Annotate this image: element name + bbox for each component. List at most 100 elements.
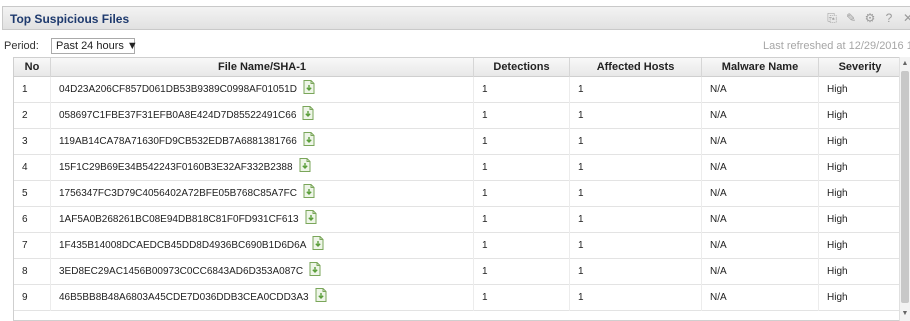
detections-count: 1 (474, 259, 570, 285)
file-details-icon[interactable] (315, 288, 327, 302)
sha1-text: 1F435B14008DCAEDCB45DD8D4936BC690B1D6D6A (59, 240, 307, 251)
table-scrollbar[interactable]: ▲ ▼ (899, 57, 910, 321)
row-number: 3 (14, 129, 51, 155)
sha1-text: 04D23A206CF857D061DB53B9389C0998AF01051D (59, 84, 297, 95)
file-sha1: 119AB14CA78A71630FD9CB532EDB7A6881381766 (51, 129, 474, 155)
malware-name: N/A (702, 77, 819, 103)
table-row[interactable]: 4 15F1C29B69E34B542243F0160B3E32AF332B238… (14, 155, 901, 181)
table-row[interactable]: 7 1F435B14008DCAEDCB45DD8D4936BC690B1D6D6… (14, 233, 901, 259)
export-icon[interactable]: ⎘ (826, 11, 838, 26)
row-number: 5 (14, 181, 51, 207)
file-details-icon[interactable] (309, 262, 321, 276)
malware-name: N/A (702, 103, 819, 129)
sha1-text: 119AB14CA78A71630FD9CB532EDB7A6881381766 (59, 136, 297, 147)
severity: High (819, 259, 901, 285)
file-details-icon[interactable] (303, 184, 315, 198)
affected-hosts-count: 1 (570, 77, 702, 103)
sha1-text: 15F1C29B69E34B542243F0160B3E32AF332B2388 (59, 162, 293, 173)
affected-hosts-count: 1 (570, 207, 702, 233)
row-number: 6 (14, 207, 51, 233)
column-header-severity[interactable]: Severity (819, 58, 901, 77)
column-header-file-name[interactable]: File Name/SHA-1 (51, 58, 474, 77)
table-header: No File Name/SHA-1 Detections Affected H… (14, 58, 901, 77)
settings-icon[interactable]: ⚙ (864, 11, 876, 26)
column-header-affected-hosts[interactable]: Affected Hosts (570, 58, 702, 77)
malware-name: N/A (702, 285, 819, 311)
row-number: 4 (14, 155, 51, 181)
affected-hosts-count: 1 (570, 285, 702, 311)
file-details-icon[interactable] (312, 236, 324, 250)
affected-hosts-count: 1 (570, 155, 702, 181)
row-number: 9 (14, 285, 51, 311)
severity: High (819, 103, 901, 129)
table-row[interactable]: 3 119AB14CA78A71630FD9CB532EDB7A688138176… (14, 129, 901, 155)
malware-name: N/A (702, 207, 819, 233)
scroll-up-arrow-icon[interactable]: ▲ (900, 59, 910, 69)
sha1-text: 3ED8EC29AC1456B00973C0CC6843AD6D353A087C (59, 266, 304, 277)
severity: High (819, 181, 901, 207)
help-icon[interactable]: ? (883, 11, 895, 26)
file-sha1: 15F1C29B69E34B542243F0160B3E32AF332B2388 (51, 155, 474, 181)
severity: High (819, 77, 901, 103)
widget-titlebar: Top Suspicious Files ⎘ ✎ ⚙ ? ✕ (2, 6, 910, 30)
top-suspicious-files-widget: Top Suspicious Files ⎘ ✎ ⚙ ? ✕ Period: P… (0, 0, 910, 321)
widget-tools: ⎘ ✎ ⚙ ? ✕ (826, 11, 910, 26)
detections-count: 1 (474, 207, 570, 233)
file-details-icon[interactable] (303, 80, 315, 94)
table-row[interactable]: 8 3ED8EC29AC1456B00973C0CC6843AD6D353A087… (14, 259, 901, 285)
affected-hosts-count: 1 (570, 103, 702, 129)
detections-count: 1 (474, 233, 570, 259)
file-sha1: 1F435B14008DCAEDCB45DD8D4936BC690B1D6D6A (51, 233, 474, 259)
file-sha1: 1756347FC3D79C4056402A72BFE05B768C85A7FC (51, 181, 474, 207)
column-header-no[interactable]: No (14, 58, 51, 77)
detections-count: 1 (474, 129, 570, 155)
file-sha1: 1AF5A0B268261BC08E94DB818C81F0FD931CF613 (51, 207, 474, 233)
file-details-icon[interactable] (299, 158, 311, 172)
column-header-malware-name[interactable]: Malware Name (702, 58, 819, 77)
detections-count: 1 (474, 103, 570, 129)
file-sha1: 058697C1FBE37F31EFB0A8E424D7D85522491C66 (51, 103, 474, 129)
widget-toolbar: Period: Past 24 hours ▼ Last refreshed a… (0, 34, 910, 56)
sha1-text: 1AF5A0B268261BC08E94DB818C81F0FD931CF613 (59, 214, 299, 225)
file-sha1: 04D23A206CF857D061DB53B9389C0998AF01051D (51, 77, 474, 103)
malware-name: N/A (702, 233, 819, 259)
period-dropdown[interactable]: Past 24 hours ▼ (51, 38, 138, 54)
detections-count: 1 (474, 155, 570, 181)
affected-hosts-count: 1 (570, 259, 702, 285)
last-refreshed-text: Last refreshed at 12/29/2016 13:46 (763, 40, 910, 52)
affected-hosts-count: 1 (570, 233, 702, 259)
suspicious-files-table: No File Name/SHA-1 Detections Affected H… (13, 57, 901, 321)
table-row[interactable]: 9 46B5BB8B48A6803A45CDE7D036DDB3CEA0CDD3A… (14, 285, 901, 311)
period-label: Period: (4, 40, 39, 52)
sha1-text: 1756347FC3D79C4056402A72BFE05B768C85A7FC (59, 188, 297, 199)
file-details-icon[interactable] (303, 132, 315, 146)
file-details-icon[interactable] (305, 210, 317, 224)
scrollbar-thumb[interactable] (901, 71, 909, 303)
detections-count: 1 (474, 285, 570, 311)
malware-name: N/A (702, 259, 819, 285)
column-header-detections[interactable]: Detections (474, 58, 570, 77)
sha1-text: 058697C1FBE37F31EFB0A8E424D7D85522491C66 (59, 110, 297, 121)
malware-name: N/A (702, 155, 819, 181)
edit-icon[interactable]: ✎ (845, 11, 857, 26)
row-number: 8 (14, 259, 51, 285)
severity: High (819, 233, 901, 259)
table-row[interactable]: 5 1756347FC3D79C4056402A72BFE05B768C85A7F… (14, 181, 901, 207)
affected-hosts-count: 1 (570, 181, 702, 207)
row-number: 1 (14, 77, 51, 103)
file-details-icon[interactable] (302, 106, 314, 120)
detections-count: 1 (474, 77, 570, 103)
scroll-down-arrow-icon[interactable]: ▼ (900, 309, 910, 319)
malware-name: N/A (702, 181, 819, 207)
row-number: 2 (14, 103, 51, 129)
table-row[interactable]: 1 04D23A206CF857D061DB53B9389C0998AF01051… (14, 77, 901, 103)
close-icon[interactable]: ✕ (902, 11, 910, 26)
table-row[interactable]: 2 058697C1FBE37F31EFB0A8E424D7D85522491C6… (14, 103, 901, 129)
table-row[interactable]: 6 1AF5A0B268261BC08E94DB818C81F0FD931CF61… (14, 207, 901, 233)
file-sha1: 46B5BB8B48A6803A45CDE7D036DDB3CEA0CDD3A3 (51, 285, 474, 311)
detections-count: 1 (474, 181, 570, 207)
severity: High (819, 155, 901, 181)
affected-hosts-count: 1 (570, 129, 702, 155)
malware-name: N/A (702, 129, 819, 155)
severity: High (819, 129, 901, 155)
